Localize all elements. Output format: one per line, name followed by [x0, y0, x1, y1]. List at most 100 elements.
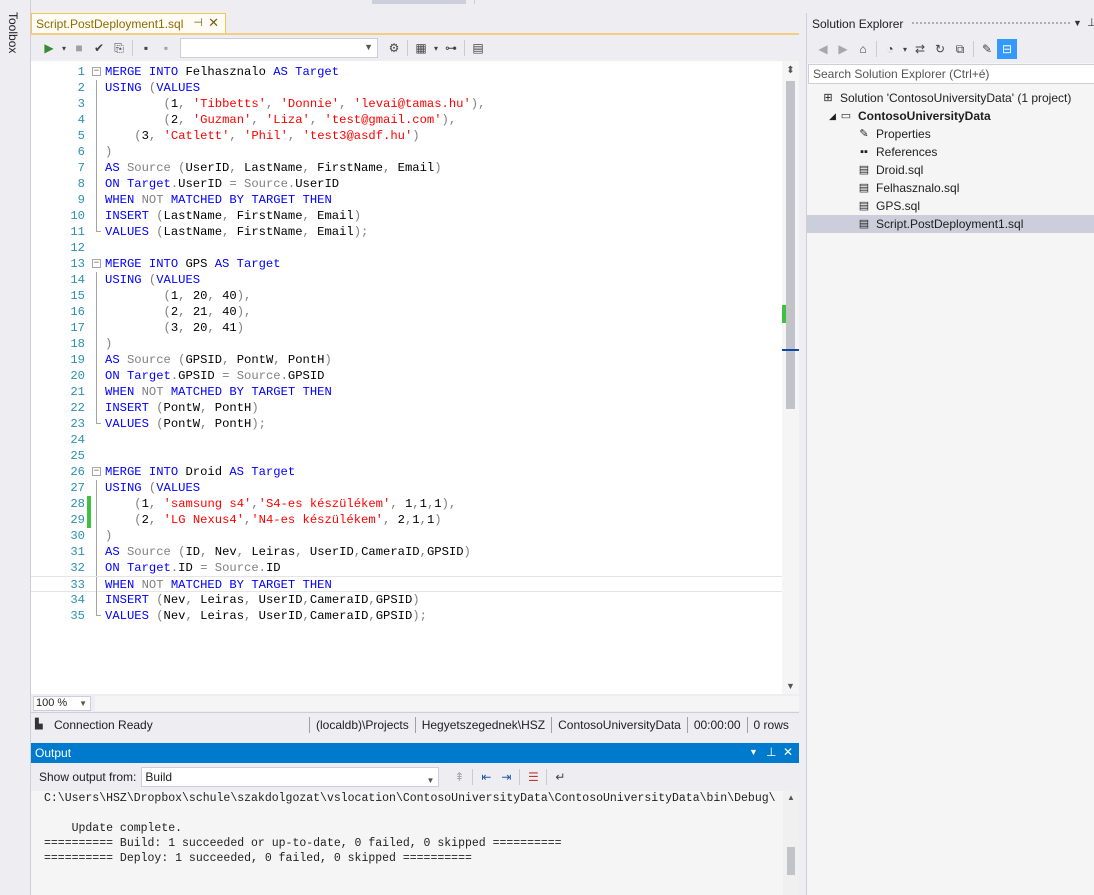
chevron-down-icon[interactable]: ▼ [1073, 18, 1082, 28]
preview-selected-icon[interactable]: ⊟ [997, 39, 1017, 59]
clear-all-icon[interactable]: ☰ [523, 767, 543, 787]
code-line[interactable]: 23 VALUES (PontW, PontH); [31, 416, 783, 432]
collapse-icon[interactable]: − [92, 67, 101, 76]
code-line[interactable]: 28 (1, 'samsung s4','S4-es készülékem', … [31, 496, 783, 512]
back-icon[interactable]: ◀ [813, 39, 833, 59]
code-line[interactable]: 8 ON Target.UserID = Source.UserID [31, 176, 783, 192]
word-wrap-icon[interactable]: ↵ [550, 767, 570, 787]
code-line[interactable]: 19 AS Source (GPSID, PontW, PontH) [31, 352, 783, 368]
close-icon[interactable]: ✕ [783, 745, 793, 759]
find-message-icon[interactable]: ⇞ [449, 767, 469, 787]
tree-item[interactable]: ▪▪ References [807, 143, 1094, 161]
previous-message-icon[interactable]: ⇤ [476, 767, 496, 787]
schema-compare-icon[interactable]: ⊶ [441, 38, 461, 58]
tree-item[interactable]: ◢ ▭ ContosoUniversityData [807, 107, 1094, 125]
forward-icon[interactable]: ▶ [833, 39, 853, 59]
code-line[interactable]: 20 ON Target.GPSID = Source.GPSID [31, 368, 783, 384]
code-line[interactable]: 1− MERGE INTO Felhasznalo AS Target [31, 64, 783, 80]
execute-dropdown-icon[interactable]: ▾ [59, 38, 69, 58]
tree-item[interactable]: ▤ Script.PostDeployment1.sql [807, 215, 1094, 233]
collapse-all-icon[interactable]: ⧉ [950, 39, 970, 59]
tree-item[interactable]: ✎ Properties [807, 125, 1094, 143]
code-line[interactable]: 21 WHEN NOT MATCHED BY TARGET THEN [31, 384, 783, 400]
code-line[interactable]: 12 [31, 240, 783, 256]
code-line[interactable]: 32 ON Target.ID = Source.ID [31, 560, 783, 576]
solution-explorer-search-input[interactable]: Search Solution Explorer (Ctrl+é) [808, 64, 1094, 84]
code-line[interactable]: 16 (2, 21, 40), [31, 304, 783, 320]
tree-item[interactable]: ▤ GPS.sql [807, 197, 1094, 215]
chevron-down-icon[interactable]: ▼ [749, 747, 758, 757]
refresh-icon[interactable]: ↻ [930, 39, 950, 59]
database-dropdown[interactable]: ▼ [180, 38, 378, 58]
code-line[interactable]: 29 (2, 'LG Nexus4','N4-es készülékem', 2… [31, 512, 783, 528]
code-line[interactable]: 5 (3, 'Catlett', 'Phil', 'test3@asdf.hu'… [31, 128, 783, 144]
code-line[interactable]: 17 (3, 20, 41) [31, 320, 783, 336]
tree-item[interactable]: ▤ Droid.sql [807, 161, 1094, 179]
pin-icon[interactable]: ⊥ [766, 745, 776, 759]
properties-icon[interactable]: ✎ [977, 39, 997, 59]
tree-item[interactable]: ⊞ Solution 'ContosoUniversityData' (1 pro… [807, 89, 1094, 107]
results-grid-icon[interactable]: ▦ [411, 38, 431, 58]
code-line[interactable]: 7 AS Source (UserID, LastName, FirstName,… [31, 160, 783, 176]
scroll-down-icon[interactable]: ▼ [782, 677, 799, 694]
code-token: GPSID [178, 369, 223, 383]
output-text[interactable]: C:\Users\HSZ\Dropbox\schule\szakdolgozat… [31, 791, 783, 895]
code-line[interactable]: 10 INSERT (LastName, FirstName, Email) [31, 208, 783, 224]
pin-icon[interactable]: ⊣ [193, 16, 203, 29]
code-line[interactable]: 6) [31, 144, 783, 160]
drag-grip[interactable] [911, 21, 1071, 26]
connect-icon[interactable]: ▪ [136, 38, 156, 58]
sync-icon[interactable]: ⇄ [910, 39, 930, 59]
document-tab[interactable]: Script.PostDeployment1.sql ⊣ ✕ [31, 13, 226, 33]
code-line[interactable]: 18) [31, 336, 783, 352]
code-line[interactable]: 14 USING (VALUES [31, 272, 783, 288]
scrollbar-thumb[interactable] [786, 81, 795, 409]
estimated-plan-icon[interactable]: ⎘ [109, 38, 129, 58]
filter-dropdown-icon[interactable]: ▾ [900, 39, 910, 59]
expand-arrow-icon[interactable]: ◢ [829, 111, 836, 122]
code-line[interactable]: 4 (2, 'Guzman', 'Liza', 'test@gmail.com'… [31, 112, 783, 128]
editor-horizontal-scrollbar[interactable] [95, 696, 799, 711]
code-line[interactable]: 31 AS Source (ID, Nev, Leiras, UserID,Cam… [31, 544, 783, 560]
connection-elapsed: 00:00:00 [686, 716, 747, 733]
code-line[interactable]: 2 USING (VALUES [31, 80, 783, 96]
code-line[interactable]: 13− MERGE INTO GPS AS Target [31, 256, 783, 272]
editor-vertical-scrollbar[interactable]: ⬍ ▼ [782, 61, 799, 694]
query-options-icon[interactable]: ⚙ [384, 38, 404, 58]
code-line[interactable]: 33 WHEN NOT MATCHED BY TARGET THEN [31, 576, 783, 593]
code-line[interactable]: 11 VALUES (LastName, FirstName, Email); [31, 224, 783, 240]
scroll-up-icon[interactable]: ▲ [783, 791, 799, 805]
code-line[interactable]: 15 (1, 20, 40), [31, 288, 783, 304]
results-dropdown-icon[interactable]: ▾ [431, 38, 441, 58]
close-icon[interactable]: ✕ [208, 15, 219, 31]
code-line[interactable]: 35 VALUES (Nev, Leiras, UserID,CameraID,G… [31, 608, 783, 624]
output-vertical-scrollbar[interactable]: ▲ [783, 791, 799, 895]
disconnect-icon[interactable]: ▪ [156, 38, 176, 58]
zoom-dropdown[interactable]: 100 % ▼ [33, 696, 91, 711]
pending-changes-filter-icon[interactable]: ◔ [880, 39, 900, 59]
collapse-icon[interactable]: − [92, 259, 101, 268]
code-line[interactable]: 24 [31, 432, 783, 448]
home-icon[interactable]: ⌂ [853, 39, 873, 59]
code-line[interactable]: 26− MERGE INTO Droid AS Target [31, 464, 783, 480]
code-line[interactable]: 27 USING (VALUES [31, 480, 783, 496]
stop-icon[interactable]: ■ [69, 38, 89, 58]
split-icon[interactable]: ⬍ [782, 61, 799, 79]
toolbox-tab[interactable]: Toolbox [6, 12, 20, 53]
code-line[interactable]: 34 INSERT (Nev, Leiras, UserID,CameraID,G… [31, 592, 783, 608]
output-source-dropdown[interactable]: Build ▼ [141, 767, 440, 787]
code-line[interactable]: 30) [31, 528, 783, 544]
code-line[interactable]: 22 INSERT (PontW, PontH) [31, 400, 783, 416]
code-line[interactable]: 3 (1, 'Tibbetts', 'Donnie', 'levai@tamas… [31, 96, 783, 112]
execute-icon[interactable]: ▶ [39, 38, 59, 58]
tree-item[interactable]: ▤ Felhasznalo.sql [807, 179, 1094, 197]
pin-icon[interactable]: ⊥ [1087, 16, 1094, 29]
code-editor[interactable]: 1− MERGE INTO Felhasznalo AS Target 2 USING… [31, 61, 799, 694]
code-line[interactable]: 9 WHEN NOT MATCHED BY TARGET THEN [31, 192, 783, 208]
code-line[interactable]: 25 [31, 448, 783, 464]
scrollbar-thumb[interactable] [787, 847, 795, 875]
collapse-icon[interactable]: − [92, 467, 101, 476]
next-message-icon[interactable]: ⇥ [496, 767, 516, 787]
results-pane-icon[interactable]: ▤ [468, 38, 488, 58]
validate-icon[interactable]: ✔ [89, 38, 109, 58]
